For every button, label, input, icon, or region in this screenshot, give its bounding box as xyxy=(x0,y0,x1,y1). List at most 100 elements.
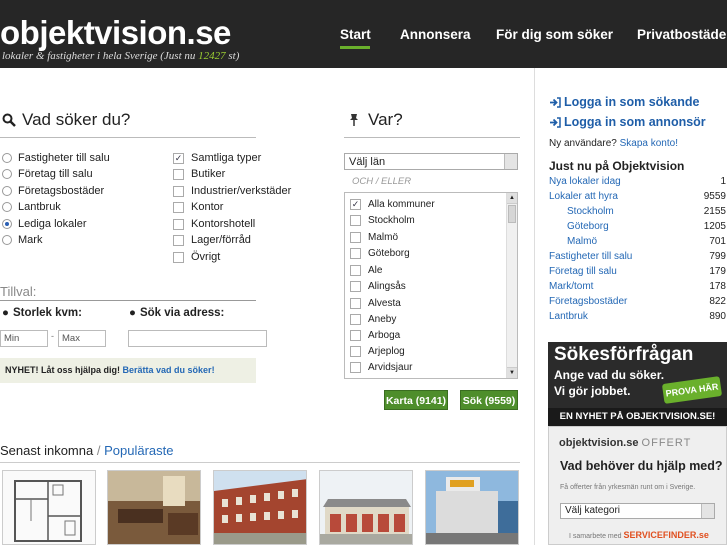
checkbox[interactable] xyxy=(350,232,361,243)
kommun-item[interactable]: Arboga xyxy=(350,330,400,341)
radio-button-selected[interactable] xyxy=(2,219,12,229)
or-label: OCH / ELLER xyxy=(352,176,412,187)
stat-value: 1205 xyxy=(703,221,726,232)
radio-button[interactable] xyxy=(2,153,12,163)
kommun-item[interactable]: Alvesta xyxy=(350,298,401,309)
listing-thumbnail[interactable] xyxy=(319,470,413,545)
nav-start[interactable]: Start xyxy=(340,27,371,42)
kommun-item[interactable]: Göteborg xyxy=(350,248,410,259)
size-max-input[interactable]: Max xyxy=(58,330,106,347)
nav-active-indicator xyxy=(340,46,370,49)
offert-category-select[interactable]: Välj kategori xyxy=(560,503,715,519)
size-min-input[interactable]: Min xyxy=(0,330,48,347)
kommun-item[interactable]: Ale xyxy=(350,265,382,276)
nav-privatbostader[interactable]: Privatbostäder xyxy=(637,27,727,42)
checkbox[interactable] xyxy=(173,218,184,230)
stat-link[interactable]: Företag till salu xyxy=(549,266,617,277)
login-seeker-link[interactable]: Logga in som sökande xyxy=(549,95,699,109)
checkbox[interactable] xyxy=(350,298,361,309)
nav-for-dig-som-soker[interactable]: För dig som söker xyxy=(496,27,613,42)
listing-thumbnail[interactable] xyxy=(2,470,96,545)
stat-link[interactable]: Stockholm xyxy=(567,206,614,217)
radio-mark[interactable]: Mark xyxy=(2,233,42,247)
kommun-item[interactable]: ✓ Alla kommuner xyxy=(350,199,435,210)
checkbox-industrier[interactable]: Industrier/verkstäder xyxy=(173,184,291,198)
karta-button[interactable]: Karta (9141) xyxy=(384,390,448,410)
checkbox[interactable] xyxy=(173,201,184,213)
checkbox-checked[interactable]: ✓ xyxy=(173,152,184,164)
sokesforfragan-ad[interactable]: Sökesförfrågan Ange vad du söker. Vi gör… xyxy=(548,342,727,426)
stat-value: 1 xyxy=(720,176,726,187)
stat-link[interactable]: Lantbruk xyxy=(549,311,588,322)
stat-link[interactable]: Göteborg xyxy=(567,221,609,232)
address-input[interactable] xyxy=(128,330,267,347)
radio-button[interactable] xyxy=(2,202,12,212)
stat-link[interactable]: Fastigheter till salu xyxy=(549,251,632,262)
checkbox[interactable] xyxy=(350,281,361,292)
offert-brand: objektvision.se OFFERT xyxy=(559,437,692,449)
checkbox-ovrigt[interactable]: Övrigt xyxy=(173,250,220,264)
radio-lediga-lokaler[interactable]: Lediga lokaler xyxy=(2,217,87,231)
radio-button[interactable] xyxy=(2,186,12,196)
checkbox[interactable] xyxy=(173,185,184,197)
nav-annonsera[interactable]: Annonsera xyxy=(400,27,471,42)
checkbox[interactable] xyxy=(173,251,184,263)
dropdown-arrow-icon xyxy=(701,504,714,518)
tab-senast-inkomna[interactable]: Senast inkomna xyxy=(0,443,93,458)
radio-button[interactable] xyxy=(2,169,12,179)
kommun-item[interactable]: Aneby xyxy=(350,314,396,325)
checkbox[interactable] xyxy=(350,215,361,226)
stat-value: 178 xyxy=(709,281,726,292)
checkbox[interactable] xyxy=(350,314,361,325)
checkbox[interactable] xyxy=(350,330,361,341)
checkbox-lager[interactable]: Lager/förråd xyxy=(173,233,251,247)
checkbox[interactable] xyxy=(350,265,361,276)
main-nav: Start Annonsera För dig som söker Privat… xyxy=(0,27,727,47)
checkbox[interactable] xyxy=(173,168,184,180)
ad-try-button[interactable]: PROVA HÄR xyxy=(661,376,723,404)
checkbox[interactable] xyxy=(350,248,361,259)
stat-link[interactable]: Företagsbostäder xyxy=(549,296,627,307)
nyhet-link[interactable]: Berätta vad du söker! xyxy=(123,365,215,375)
kommun-list[interactable]: ✓ Alla kommuner Stockholm Malmö Göteborg … xyxy=(344,192,518,379)
radio-lantbruk[interactable]: Lantbruk xyxy=(2,200,61,214)
stat-link[interactable]: Mark/tomt xyxy=(549,281,593,292)
login-arrow-icon xyxy=(550,96,561,108)
kommun-scrollbar[interactable]: ▲ ▼ xyxy=(506,193,517,378)
bullet-icon: ● xyxy=(129,307,136,319)
listing-thumbnail[interactable] xyxy=(425,470,519,545)
listing-thumbnail[interactable] xyxy=(213,470,307,545)
size-label: ● Storlek kvm: xyxy=(2,307,82,319)
radio-button[interactable] xyxy=(2,235,12,245)
checkbox-kontor[interactable]: Kontor xyxy=(173,200,223,214)
checkbox[interactable] xyxy=(350,346,361,357)
kommun-item[interactable]: Arvidsjaur xyxy=(350,362,412,373)
stat-link[interactable]: Lokaler att hyra xyxy=(549,191,618,202)
kommun-item[interactable]: Malmö xyxy=(350,232,398,243)
tab-popularaste[interactable]: Populäraste xyxy=(104,443,173,458)
scroll-down-icon[interactable]: ▼ xyxy=(507,367,517,378)
sok-button[interactable]: Sök (9559) xyxy=(460,390,518,410)
login-advertiser-link[interactable]: Logga in som annonsör xyxy=(549,115,706,129)
kommun-item[interactable]: Alingsås xyxy=(350,281,406,292)
listing-thumbnail[interactable] xyxy=(107,470,201,545)
kommun-item[interactable]: Stockholm xyxy=(350,215,415,226)
checkbox-butiker[interactable]: Butiker xyxy=(173,167,225,181)
bullet-icon: ● xyxy=(2,307,9,319)
radio-foretagsbostader[interactable]: Företagsbostäder xyxy=(2,184,104,198)
radio-foretag-till-salu[interactable]: Företag till salu xyxy=(2,167,93,181)
checkbox-samtliga-typer[interactable]: ✓ Samtliga typer xyxy=(173,151,261,165)
stat-link[interactable]: Malmö xyxy=(567,236,597,247)
checkbox-kontorshotell[interactable]: Kontorshotell xyxy=(173,217,255,231)
scroll-up-icon[interactable]: ▲ xyxy=(507,193,517,204)
shop-building-image xyxy=(426,471,518,544)
create-account-link[interactable]: Skapa konto! xyxy=(620,138,678,149)
scroll-thumb[interactable] xyxy=(508,205,516,223)
kommun-item[interactable]: Arjeplog xyxy=(350,346,405,357)
lan-select[interactable]: Välj län xyxy=(344,153,518,170)
checkbox[interactable] xyxy=(173,234,184,246)
stat-link[interactable]: Nya lokaler idag xyxy=(549,176,621,187)
checkbox[interactable] xyxy=(350,362,361,373)
checkbox-checked[interactable]: ✓ xyxy=(350,199,361,210)
radio-fastigheter-till-salu[interactable]: Fastigheter till salu xyxy=(2,151,110,165)
